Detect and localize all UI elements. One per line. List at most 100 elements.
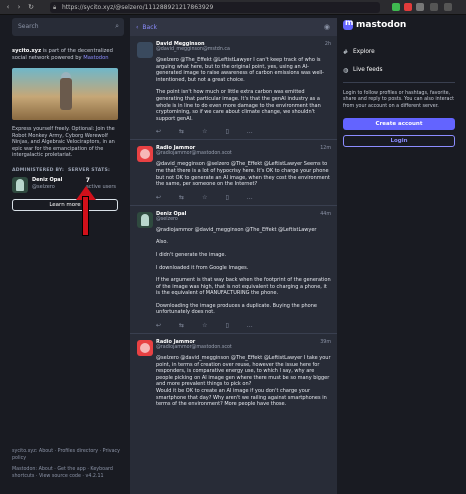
- profiles-directory-link[interactable]: Profiles directory: [58, 449, 98, 454]
- forward-nav-icon[interactable]: ›: [15, 3, 23, 11]
- admin-username: @selzero: [32, 183, 55, 190]
- avatar[interactable]: [137, 42, 153, 58]
- back-button[interactable]: Back: [142, 24, 157, 31]
- boost-icon[interactable]: ⇆: [179, 128, 184, 135]
- post-paragraph: @selzero @The_Effekt @LeftistLawyer I ca…: [156, 57, 324, 83]
- brand-name: mastodon: [356, 20, 407, 30]
- footer-mastodon-prefix: Mastodon:: [12, 467, 39, 472]
- login-button[interactable]: Login: [343, 135, 455, 148]
- url-text: https://sycito.xyz/@selzero/111288921217…: [62, 4, 214, 11]
- avatar: [12, 176, 28, 193]
- extension-icon[interactable]: [404, 3, 412, 11]
- url-bar[interactable]: 🔒︎ https://sycito.xyz/@selzero/111288921…: [50, 2, 380, 13]
- post-time[interactable]: 44m: [320, 212, 331, 217]
- post-time[interactable]: 12m: [320, 146, 331, 151]
- globe-icon: ◍: [343, 66, 349, 74]
- footer-about-link[interactable]: About: [39, 449, 53, 454]
- post-time[interactable]: 39m: [320, 340, 331, 345]
- post-username[interactable]: @selzero: [156, 217, 331, 223]
- get-app-link[interactable]: Get the app: [57, 467, 86, 472]
- post-content: @selzero @david_megginson @The_Effekt @L…: [156, 355, 331, 408]
- lock-icon: 🔒︎: [53, 4, 57, 11]
- boost-icon[interactable]: ⇆: [179, 322, 184, 329]
- server-about: sycito.xyz is part of the decentralized …: [12, 48, 124, 62]
- hashtag-icon: #: [343, 48, 349, 56]
- post-username[interactable]: @radiojammor@mastodon.scot: [156, 345, 331, 351]
- create-account-button[interactable]: Create account: [343, 118, 455, 131]
- post-content: @radiojammor @david_megginson @The_Effek…: [156, 227, 331, 316]
- extension-icon[interactable]: [392, 3, 400, 11]
- post-username[interactable]: @david_megginson@mstdn.ca: [156, 47, 331, 53]
- server-description: Express yourself freely. Optional: Join …: [12, 126, 115, 159]
- nav-live-feeds[interactable]: ◍ Live feeds: [343, 64, 455, 76]
- extension-icon[interactable]: [430, 3, 438, 11]
- server-banner-image: [12, 68, 118, 120]
- post-paragraph: If the argument is that way back when th…: [156, 277, 331, 297]
- more-icon[interactable]: …: [247, 128, 253, 135]
- menu-icon[interactable]: [444, 3, 452, 11]
- server-info-header: ADMINISTERED BY: SERVER STATS:: [12, 168, 124, 173]
- star-icon[interactable]: ☆: [202, 194, 207, 201]
- search-icon: ⌕: [115, 22, 119, 30]
- post-paragraph: Would it be OK to create an AI image if …: [156, 388, 327, 408]
- left-sidebar: Search ⌕ sycito.xyz is part of the decen…: [12, 18, 124, 494]
- post-paragraph: The point isn't how much or little extra…: [156, 89, 321, 122]
- post-paragraph: I didn't generate the image.: [156, 251, 227, 258]
- extension-icon[interactable]: [416, 3, 424, 11]
- bookmark-icon[interactable]: ▯: [225, 194, 228, 201]
- reply-icon[interactable]: ↩: [156, 194, 161, 201]
- post-content: @david_megginson @selzero @The_Effekt @L…: [156, 161, 331, 187]
- eye-icon[interactable]: ◉: [324, 23, 330, 31]
- post-time[interactable]: 2h: [325, 42, 331, 47]
- post-paragraph: @radiojammor @david_megginson @The_Effek…: [156, 226, 317, 233]
- boost-icon[interactable]: ⇆: [179, 194, 184, 201]
- admin-account[interactable]: Deniz Opal @selzero: [12, 176, 63, 193]
- footer-domain-prefix: sycito.xyz:: [12, 449, 39, 454]
- column-header: ‹ Back ◉: [130, 18, 337, 36]
- chevron-left-icon[interactable]: ‹: [136, 24, 138, 31]
- nav-explore[interactable]: # Explore: [343, 46, 455, 58]
- mastodon-logo[interactable]: mastodon: [343, 18, 455, 32]
- post-paragraph: @selzero @david_megginson @The_Effekt @L…: [156, 355, 331, 388]
- avatar[interactable]: [137, 146, 153, 163]
- status-post[interactable]: Deniz Opal @selzero 44m @radiojammor @da…: [130, 206, 337, 335]
- search-input[interactable]: Search ⌕: [12, 18, 124, 36]
- reply-icon[interactable]: ↩: [156, 128, 161, 135]
- back-nav-icon[interactable]: ‹: [4, 3, 12, 11]
- more-icon[interactable]: …: [247, 322, 253, 329]
- post-content: @selzero @The_Effekt @LeftistLawyer I ca…: [156, 57, 331, 122]
- mastodon-link[interactable]: Mastodon: [83, 55, 108, 61]
- learn-more-button[interactable]: Learn more: [12, 198, 118, 211]
- status-post[interactable]: David Megginson @david_megginson@mstdn.c…: [130, 36, 337, 141]
- server-domain: sycito.xyz: [12, 48, 42, 54]
- footer: sycito.xyz: About · Profiles directory ·…: [12, 449, 121, 479]
- post-paragraph: I downloaded it from Google Images.: [156, 264, 249, 271]
- robot-figure: [60, 78, 72, 110]
- post-paragraph: Downloading the image produces a duplica…: [156, 302, 317, 316]
- post-username[interactable]: @radiojammor@mastodon.scot: [156, 151, 331, 157]
- admin-display-name: Deniz Opal: [32, 176, 63, 183]
- bookmark-icon[interactable]: ▯: [225, 128, 228, 135]
- status-post[interactable]: Radio Jammor @radiojammor@mastodon.scot …: [130, 140, 337, 206]
- post-actions: ↩ ⇆ ☆ ▯ …: [156, 128, 331, 135]
- reload-icon[interactable]: ↻: [27, 3, 35, 11]
- avatar[interactable]: [137, 340, 153, 357]
- view-source-link[interactable]: View source code: [39, 474, 81, 479]
- reply-icon[interactable]: ↩: [156, 322, 161, 329]
- mastodon-icon: [343, 18, 353, 30]
- browser-toolbar: ‹ › ↻ 🔒︎ https://sycito.xyz/@selzero/111…: [0, 0, 466, 15]
- more-icon[interactable]: …: [247, 194, 253, 201]
- admin-header: ADMINISTERED BY:: [12, 167, 65, 173]
- bookmark-icon[interactable]: ▯: [225, 322, 228, 329]
- right-sidebar: mastodon # Explore ◍ Live feeds Login to…: [343, 18, 455, 494]
- star-icon[interactable]: ☆: [202, 322, 207, 329]
- divider: [343, 82, 455, 83]
- post-display-name[interactable]: Deniz Opal: [156, 211, 186, 217]
- active-users-count: 7: [85, 176, 90, 184]
- star-icon[interactable]: ☆: [202, 128, 207, 135]
- avatar[interactable]: [137, 211, 153, 228]
- annotation-arrow-shaft: [82, 196, 89, 236]
- status-post[interactable]: Radio Jammor @radiojammor@mastodon.scot …: [130, 334, 337, 418]
- mastodon-about-link[interactable]: About: [39, 467, 53, 472]
- thread-column: ‹ Back ◉ David Megginson @david_megginso…: [130, 18, 337, 494]
